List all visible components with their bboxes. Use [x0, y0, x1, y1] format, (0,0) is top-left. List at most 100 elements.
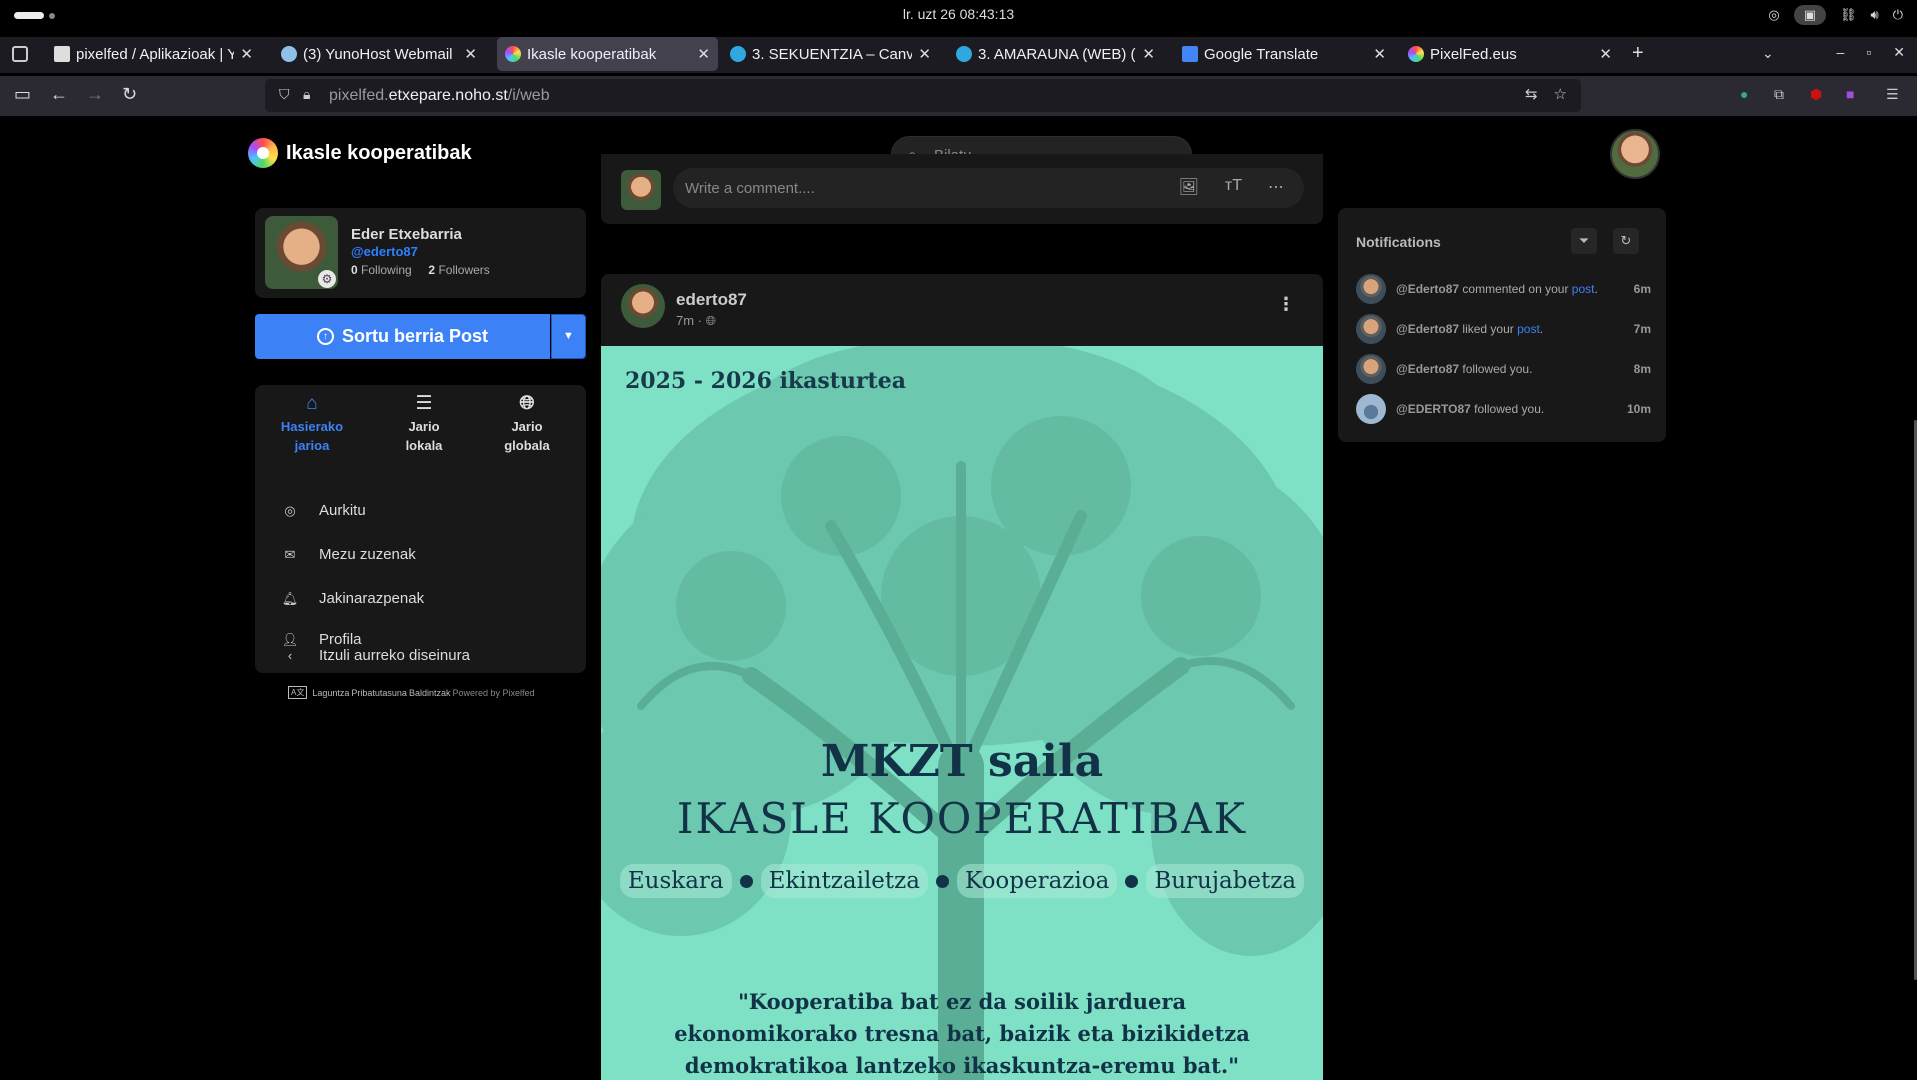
close-window-icon[interactable]: ✕: [1893, 44, 1905, 61]
comment-input[interactable]: [685, 178, 1135, 198]
notification-avatar[interactable]: [1356, 354, 1386, 384]
notification-user[interactable]: @Ederto87: [1396, 282, 1459, 296]
address-bar[interactable]: ⛉ 🔒︎ pixelfed.etxepare.noho.st/i/web ⇆ ☆: [265, 79, 1581, 112]
followers-label[interactable]: Followers: [438, 263, 489, 277]
screenshot-icon[interactable]: ▣: [1793, 5, 1826, 25]
notification-avatar[interactable]: [1356, 314, 1386, 344]
notification-item[interactable]: @Ederto87 commented on your post. 6m: [1356, 274, 1651, 304]
status-icon[interactable]: ◎: [1768, 7, 1779, 23]
close-tab-icon[interactable]: ✕: [240, 45, 253, 63]
ublock-icon[interactable]: ⬢: [1810, 86, 1822, 103]
footer-powered-by[interactable]: Powered by Pixelfed: [452, 688, 534, 698]
refresh-icon[interactable]: ↻: [1613, 228, 1639, 254]
system-clock[interactable]: lr. uzt 26 08:43:13: [0, 6, 1917, 22]
profile-name[interactable]: Eder Etxebarria: [351, 226, 462, 243]
forward-icon[interactable]: →: [86, 84, 104, 105]
tab-canva-sequence[interactable]: 3. SEKUENTZIA – Canva ✕: [722, 37, 939, 71]
new-post-button[interactable]: ↑ Sortu berria Post: [255, 314, 550, 359]
composer-avatar: [621, 170, 661, 210]
new-post-control: ↑ Sortu berria Post ▼: [255, 314, 586, 359]
tab-google-translate[interactable]: Google Translate ✕: [1174, 37, 1394, 71]
following-count[interactable]: 0: [351, 263, 358, 277]
nav-item-legacy-design[interactable]: ‹ Itzuli aurreko diseinura: [281, 647, 470, 664]
lock-icon[interactable]: 🔒︎: [303, 86, 310, 103]
site-brand[interactable]: Ikasle kooperatibak: [248, 138, 472, 168]
new-tab-icon[interactable]: +: [1632, 42, 1644, 65]
tab-label: (3) YunoHost Webmail :: S: [303, 45, 458, 63]
tab-local-feed[interactable]: ☰ Jario lokala: [379, 391, 469, 455]
notification-avatar[interactable]: [1356, 394, 1386, 424]
footer-terms-link[interactable]: Baldintzak: [409, 688, 451, 698]
close-tab-icon[interactable]: ✕: [697, 45, 710, 63]
bookmark-star-icon[interactable]: ☆: [1554, 85, 1567, 103]
network-icon[interactable]: ⛓: [1840, 7, 1857, 23]
quote-line: "Kooperatiba bat ez da soilik jarduera: [737, 989, 1187, 1014]
gear-icon[interactable]: ⚙: [318, 270, 336, 288]
notification-post-link[interactable]: post: [1517, 322, 1540, 336]
tab-amarauna-web[interactable]: 3. AMARAUNA (WEB) (14 ✕: [948, 37, 1163, 71]
text-size-icon[interactable]: тT: [1225, 177, 1242, 197]
post-image[interactable]: 2025 - 2026 ikasturtea MKZT saila IKASLE…: [601, 346, 1323, 1080]
close-tab-icon[interactable]: ✕: [918, 45, 931, 63]
notification-user[interactable]: @Ederto87: [1396, 322, 1459, 336]
bullet-icon: [1125, 874, 1139, 888]
image-icon[interactable]: 🖼︎: [1179, 177, 1199, 197]
tab-list-chevron-icon[interactable]: ⌄: [1762, 45, 1774, 62]
back-icon[interactable]: ←: [50, 84, 68, 105]
close-tab-icon[interactable]: ✕: [464, 45, 477, 63]
notification-post-link[interactable]: post: [1572, 282, 1595, 296]
translate-icon[interactable]: ⇆: [1525, 85, 1538, 103]
tab-label: Google Translate: [1204, 45, 1319, 63]
shield-icon[interactable]: ⛉: [279, 86, 290, 103]
extension-badge-icon[interactable]: ■: [1846, 86, 1854, 102]
followers-count[interactable]: 2: [428, 263, 435, 277]
notification-item[interactable]: @Ederto87 followed you. 8m: [1356, 354, 1651, 384]
composer-box[interactable]: 🖼︎ тT ⋯: [673, 168, 1304, 208]
minimize-icon[interactable]: –: [1837, 44, 1845, 61]
close-tab-icon[interactable]: ✕: [1599, 45, 1612, 63]
post-time[interactable]: 7m: [676, 313, 694, 328]
tab-pixelfed-eus[interactable]: PixelFed.eus ✕: [1400, 37, 1620, 71]
tab-ikasle-kooperatibak[interactable]: Ikasle kooperatibak ✕: [497, 37, 718, 71]
tab-label-line1: Hasierako: [280, 419, 344, 434]
globe-icon: 🌐︎: [519, 393, 535, 414]
extensions-puzzle-icon[interactable]: ⧉: [1774, 86, 1784, 103]
language-icon[interactable]: A文: [288, 686, 308, 699]
tab-global-feed[interactable]: 🌐︎ Jario globala: [482, 391, 572, 455]
notification-avatar[interactable]: [1356, 274, 1386, 304]
notification-user[interactable]: @EDERTO87: [1396, 402, 1471, 416]
nav-item-profile[interactable]: 👤︎ Profila: [281, 631, 362, 648]
url-text[interactable]: pixelfed.etxepare.noho.st/i/web: [329, 87, 550, 105]
nav-item-direct-messages[interactable]: ✉ Mezu zuzenak: [281, 546, 416, 563]
footer-privacy-link[interactable]: Pribatutasuna: [351, 688, 407, 698]
menu-hamburger-icon[interactable]: ☰: [1886, 86, 1899, 103]
user-avatar[interactable]: [1610, 129, 1660, 179]
close-tab-icon[interactable]: ✕: [1142, 45, 1155, 63]
filter-icon[interactable]: ⏷: [1571, 228, 1597, 254]
notification-user[interactable]: @Ederto87: [1396, 362, 1459, 376]
following-label[interactable]: Following: [361, 263, 412, 277]
poster-quote: "Kooperatiba bat ez da soilik jarduera e…: [601, 986, 1323, 1080]
post-username[interactable]: ederto87: [676, 290, 747, 310]
footer-help-link[interactable]: Laguntza: [312, 688, 349, 698]
maximize-icon[interactable]: ▫: [1866, 44, 1871, 61]
nav-item-notifications[interactable]: 🔔︎ Jakinarazpenak: [281, 590, 424, 607]
tab-webmail[interactable]: (3) YunoHost Webmail :: S ✕: [273, 37, 485, 71]
notification-item[interactable]: @EDERTO87 followed you. 10m: [1356, 394, 1651, 424]
close-tab-icon[interactable]: ✕: [1373, 45, 1386, 63]
notification-item[interactable]: @Ederto87 liked your post. 7m: [1356, 314, 1651, 344]
tab-overview-icon[interactable]: [12, 46, 28, 62]
reload-icon[interactable]: ↻: [122, 84, 137, 105]
tab-pixelfed-apps[interactable]: pixelfed / Aplikazioak | Yu ✕: [46, 37, 261, 71]
volume-icon[interactable]: 🔊︎: [1871, 7, 1879, 23]
more-horizontal-icon[interactable]: ⋯: [1268, 177, 1284, 197]
sidebar-toggle-icon[interactable]: ▭: [14, 84, 31, 105]
post-author-avatar[interactable]: [621, 284, 665, 328]
more-vertical-icon[interactable]: ⋮: [1277, 294, 1295, 315]
extension-icon[interactable]: ●: [1740, 86, 1748, 102]
profile-handle[interactable]: @ederto87: [351, 244, 418, 259]
power-icon[interactable]: ⏻: [1893, 7, 1903, 23]
tab-home-feed[interactable]: ⌂ Hasierako jarioa: [267, 391, 357, 455]
nav-item-discover[interactable]: ◎ Aurkitu: [281, 502, 365, 519]
new-post-dropdown-icon[interactable]: ▼: [551, 314, 586, 359]
